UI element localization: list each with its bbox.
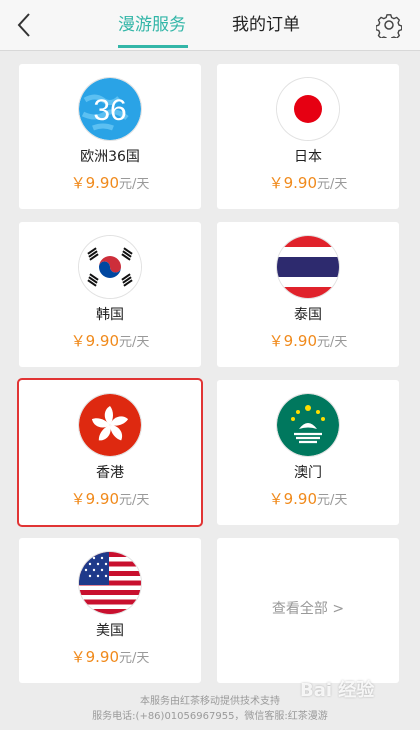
country-name: 泰国 [294,307,322,323]
thailand-flag-icon [277,236,339,298]
tab-roaming-service[interactable]: 漫游服务 [118,13,186,37]
card-hongkong[interactable]: 香港 ￥9.90元/天 [17,378,203,527]
price-unit: 元/天 [119,651,150,666]
top-bar: 漫游服务 我的订单 [0,0,420,51]
price-value: ￥9.90 [268,490,317,508]
price-value: ￥9.90 [268,174,317,192]
card-korea[interactable]: 韩国 ￥9.90元/天 [19,222,201,367]
back-arrow-icon[interactable] [12,11,38,39]
country-name: 澳门 [294,465,322,481]
price-value: ￥9.90 [70,648,119,666]
europe-36-icon: 36 [79,78,141,140]
macau-flag-icon [277,394,339,456]
usa-flag-icon [79,552,141,614]
price-label: ￥9.90元/天 [217,330,399,351]
card-macau[interactable]: 澳门 ￥9.90元/天 [217,380,399,525]
price-unit: 元/天 [119,493,150,508]
country-name: 欧洲36国 [80,149,140,165]
price-unit: 元/天 [119,335,150,350]
gear-icon[interactable] [376,12,402,38]
country-name: 美国 [96,623,124,639]
japan-flag-icon [277,78,339,140]
europe-36-badge-text: 36 [93,94,126,127]
card-thailand[interactable]: 泰国 ￥9.90元/天 [217,222,399,367]
card-europe-36[interactable]: 36 欧洲36国 ￥9.90元/天 [19,64,201,209]
tab-my-orders[interactable]: 我的订单 [232,13,300,37]
price-label: ￥9.90元/天 [19,330,201,351]
price-label: ￥9.90元/天 [217,488,399,509]
price-label: ￥9.90元/天 [19,646,201,667]
view-all-link[interactable]: 查看全部 > [217,598,399,618]
card-japan[interactable]: 日本 ￥9.90元/天 [217,64,399,209]
price-value: ￥9.90 [70,174,119,192]
price-unit: 元/天 [317,335,348,350]
price-value: ￥9.90 [268,332,317,350]
country-name: 日本 [294,149,322,165]
country-name: 韩国 [96,307,124,323]
active-tab-indicator [118,45,188,48]
korea-flag-icon [79,236,141,298]
price-unit: 元/天 [119,177,150,192]
footer-contact-text: 服务电话:(+86)01056967955，微信客服:红茶漫游 [92,711,328,722]
baidu-watermark: Bai 经验 [300,680,375,701]
price-value: ￥9.90 [70,490,119,508]
price-unit: 元/天 [317,177,348,192]
price-label: ￥9.90元/天 [19,172,201,193]
price-label: ￥9.90元/天 [19,488,201,509]
hongkong-flag-icon [79,394,141,456]
price-value: ￥9.90 [70,332,119,350]
card-usa[interactable]: 美国 ￥9.90元/天 [19,538,201,683]
price-label: ￥9.90元/天 [217,172,399,193]
view-all-card[interactable]: 查看全部 > [217,538,399,683]
price-unit: 元/天 [317,493,348,508]
country-name: 香港 [96,465,124,481]
